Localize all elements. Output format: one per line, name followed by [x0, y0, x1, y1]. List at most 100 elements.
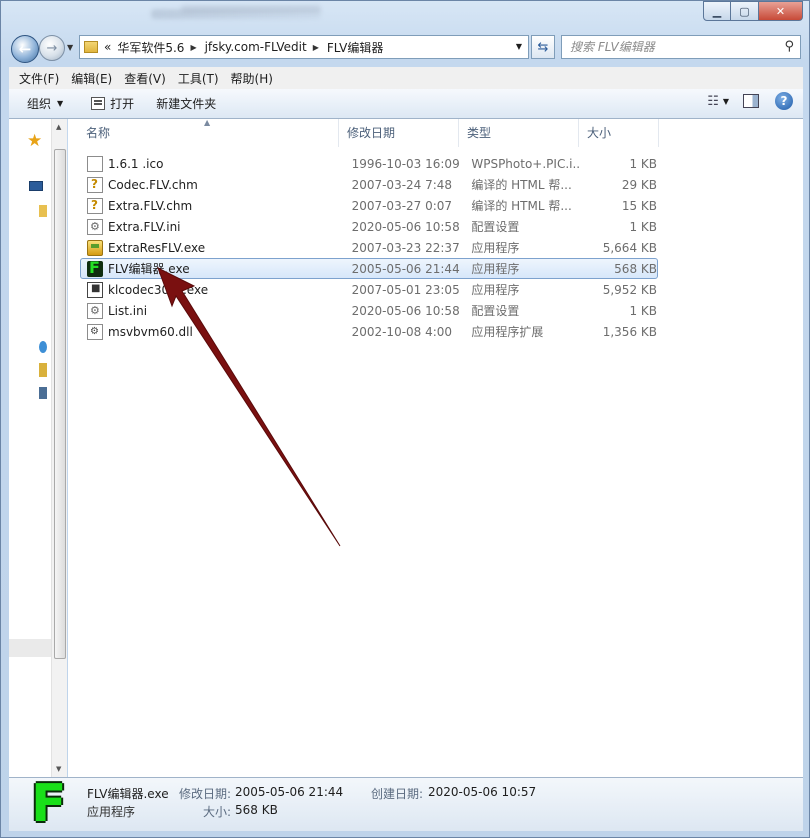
change-view-icon[interactable]: ☷	[707, 94, 719, 109]
breadcrumb-separator-icon[interactable]: ▶	[313, 43, 319, 52]
column-header: ▲ 名称 修改日期 类型 大小	[68, 118, 803, 147]
file-rows: 1.6.1 .ico 1996-10-03 16:09 WPSPhoto+.PI…	[80, 153, 658, 342]
computer-icon[interactable]	[39, 363, 47, 377]
file-size: 1,356 KB	[602, 324, 657, 339]
file-date: 2020-05-06 10:58	[351, 219, 460, 234]
blurred-title-secondary	[181, 5, 321, 13]
file-date: 2007-03-27 0:07	[351, 198, 453, 213]
ico-file-icon	[87, 155, 103, 172]
title-bar: ▁ ▢ ✕	[1, 1, 809, 31]
file-size: 1 KB	[629, 156, 657, 171]
file-type: 应用程序	[471, 241, 520, 255]
forward-arrow-icon: →	[46, 40, 58, 56]
sort-ascending-icon: ▲	[204, 118, 211, 127]
file-name: Codec.FLV.chm	[108, 177, 198, 192]
maximize-button[interactable]: ▢	[731, 1, 759, 21]
dll-icon	[87, 323, 103, 340]
back-button[interactable]: ←	[11, 35, 39, 63]
menu-file[interactable]: 文件(F)	[13, 70, 65, 87]
address-dropdown-icon[interactable]: ▼	[516, 42, 522, 51]
file-type: WPSPhoto+.PIC.i...	[471, 156, 582, 171]
address-bar[interactable]: « 华军软件5.6 ▶ jfsky.com-FLVedit ▶ FLV编辑器 ▼	[79, 35, 529, 59]
file-row[interactable]: Extra.FLV.ini 2020-05-06 10:58 配置设置 1 KB	[80, 216, 658, 237]
details-pane: F FLV编辑器.exe 应用程序 修改日期: 2005-05-06 21:44…	[9, 774, 803, 834]
menu-bar: 文件(F) 编辑(E) 查看(V) 工具(T) 帮助(H)	[9, 67, 803, 89]
file-name: 1.6.1 .ico	[108, 156, 164, 171]
details-created-value: 2020-05-06 10:57	[428, 785, 537, 799]
file-date: 2007-03-24 7:48	[351, 177, 453, 192]
ini-settings-icon	[87, 302, 103, 319]
library-icon[interactable]	[39, 205, 47, 217]
scroll-up-icon[interactable]: ▲	[56, 123, 61, 131]
file-name: ExtraResFLV.exe	[108, 240, 206, 255]
file-row[interactable]: 1.6.1 .ico 1996-10-03 16:09 WPSPhoto+.PI…	[80, 153, 658, 174]
klcodec-icon	[87, 281, 103, 298]
help-icon[interactable]: ?	[775, 92, 793, 110]
breadcrumb-separator-icon[interactable]: ▶	[190, 43, 196, 52]
file-date: 2007-05-01 23:05	[351, 282, 460, 297]
file-name: klcodec305s.exe	[108, 282, 209, 297]
file-list[interactable]: ▲ 名称 修改日期 类型 大小 1.6.1 .ico 1996-10-03 16…	[68, 118, 803, 777]
details-size-label: 大小:	[203, 805, 232, 819]
column-name[interactable]: ▲ 名称	[68, 118, 339, 147]
file-size: 15 KB	[621, 198, 657, 213]
homegroup-icon[interactable]	[39, 341, 47, 353]
details-modified-label: 修改日期:	[179, 787, 232, 801]
file-row[interactable]: List.ini 2020-05-06 10:58 配置设置 1 KB	[80, 300, 658, 321]
column-type[interactable]: 类型	[459, 119, 579, 147]
open-button[interactable]: 打开	[83, 92, 142, 116]
close-button[interactable]: ✕	[759, 1, 803, 21]
details-modified-value: 2005-05-06 21:44	[235, 785, 344, 799]
file-row[interactable]: klcodec305s.exe 2007-05-01 23:05 应用程序 5,…	[80, 279, 658, 300]
menu-help[interactable]: 帮助(H)	[225, 70, 279, 87]
menu-view[interactable]: 查看(V)	[118, 70, 172, 87]
organize-button[interactable]: 组织 ▼	[19, 92, 71, 116]
breadcrumb-overflow[interactable]: «	[104, 40, 111, 54]
network-icon[interactable]	[39, 387, 47, 399]
chevron-down-icon: ▼	[57, 99, 64, 108]
new-folder-button[interactable]: 新建文件夹	[148, 92, 224, 116]
scrollbar-thumb[interactable]	[54, 149, 66, 659]
file-size: 568 KB	[614, 261, 657, 276]
file-row[interactable]: Codec.FLV.chm 2007-03-24 7:48 编译的 HTML 帮…	[80, 174, 658, 195]
ini-settings-icon	[87, 218, 103, 235]
scroll-down-icon[interactable]: ▼	[56, 765, 61, 773]
column-size[interactable]: 大小	[579, 119, 659, 147]
file-row[interactable]: Extra.FLV.chm 2007-03-27 0:07 编译的 HTML 帮…	[80, 195, 658, 216]
breadcrumb-item[interactable]: 华军软件5.6	[117, 39, 184, 56]
file-type: 应用程序	[471, 283, 520, 297]
file-row[interactable]: msvbvm60.dll 2002-10-08 4:00 应用程序扩展 1,35…	[80, 321, 658, 342]
column-date[interactable]: 修改日期	[339, 119, 459, 147]
preview-pane-icon[interactable]	[743, 94, 759, 108]
file-size: 1 KB	[629, 303, 657, 318]
nav-pane-scrollbar[interactable]: ▲ ▼	[51, 119, 67, 777]
navigation-pane[interactable]: ★ ▲ ▼	[9, 119, 67, 777]
minimize-button[interactable]: ▁	[703, 1, 731, 21]
refresh-button[interactable]: ⇆	[531, 35, 555, 59]
file-type: 编译的 HTML 帮...	[471, 178, 572, 192]
breadcrumb-item[interactable]: FLV编辑器	[327, 39, 383, 56]
search-input[interactable]	[570, 40, 770, 54]
recent-pages-dropdown[interactable]: ▼	[67, 43, 73, 52]
chm-help-icon	[87, 176, 103, 193]
file-name: Extra.FLV.chm	[108, 198, 193, 213]
command-bar: 组织 ▼ 打开 新建文件夹 ☷ ▼ ?	[9, 89, 803, 119]
toolbar-right: ☷ ▼ ?	[707, 92, 793, 110]
file-date: 2005-05-06 21:44	[351, 261, 460, 276]
favorites-star-icon[interactable]: ★	[27, 131, 42, 151]
file-type: 配置设置	[471, 220, 520, 234]
file-type: 编译的 HTML 帮...	[471, 199, 572, 213]
breadcrumb-item[interactable]: jfsky.com-FLVedit	[205, 40, 307, 54]
file-row-selected[interactable]: FLV编辑器.exe 2005-05-06 21:44 应用程序 568 KB	[80, 258, 658, 279]
file-type: 应用程序扩展	[471, 325, 544, 339]
search-icon[interactable]: ⚲	[784, 39, 794, 54]
file-row[interactable]: ExtraResFLV.exe 2007-03-23 22:37 应用程序 5,…	[80, 237, 658, 258]
menu-tools[interactable]: 工具(T)	[172, 70, 225, 87]
search-box[interactable]: ⚲	[561, 35, 801, 59]
menu-edit[interactable]: 编辑(E)	[65, 70, 118, 87]
view-dropdown-icon[interactable]: ▼	[723, 97, 729, 106]
forward-button[interactable]: →	[39, 35, 65, 61]
desktop-icon[interactable]	[29, 181, 43, 191]
chm-help-icon	[87, 197, 103, 214]
column-date-label: 修改日期	[347, 126, 396, 140]
